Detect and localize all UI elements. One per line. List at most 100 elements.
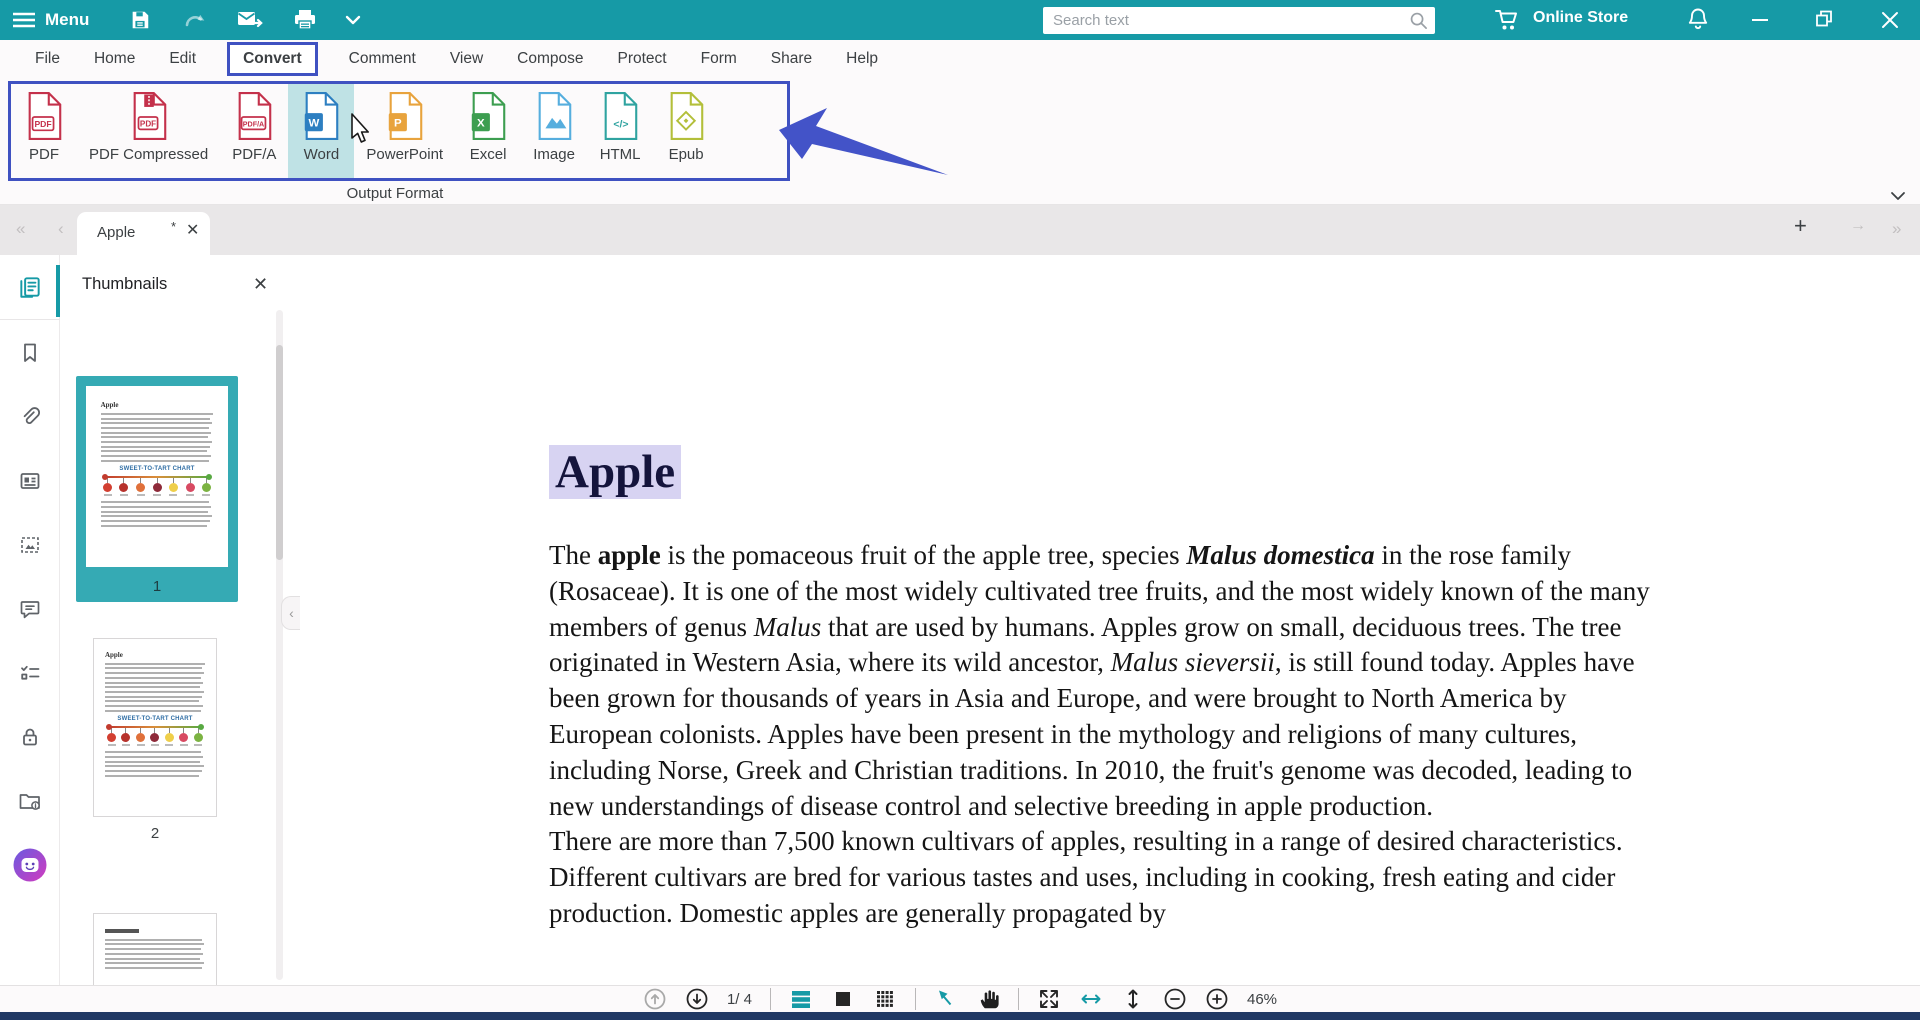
fit-height-button[interactable] xyxy=(1121,987,1145,1011)
window-close-button[interactable] xyxy=(1879,9,1901,31)
document-tab-bar: « ‹ Apple * ✕ + → » xyxy=(0,205,1920,255)
svg-text:</>: </> xyxy=(613,118,628,130)
menu-item-form[interactable]: Form xyxy=(701,50,737,68)
bottom-toolbar: 1/ 4 46% xyxy=(0,985,1920,1012)
sidebar-item-checklist[interactable] xyxy=(0,645,60,701)
menu-item-help[interactable]: Help xyxy=(846,50,878,68)
document-page[interactable]: Apple The apple is the pomaceous fruit o… xyxy=(300,255,1902,985)
tab-scroll-left-icon[interactable]: ‹ xyxy=(58,220,64,237)
pdfa-file-icon: PDF/A xyxy=(233,91,275,141)
convert-to-html-button[interactable]: </> HTML xyxy=(587,84,653,178)
fit-screen-expand-button[interactable] xyxy=(1037,987,1061,1011)
thumbnails-scrollbar-thumb[interactable] xyxy=(276,345,283,560)
zoom-in-button[interactable] xyxy=(1205,987,1229,1011)
sidebar-item-security[interactable] xyxy=(0,709,60,765)
single-page-view-button[interactable] xyxy=(831,987,855,1011)
continuous-scroll-view-button[interactable] xyxy=(789,987,813,1011)
toolbar-separator xyxy=(915,988,916,1010)
toolbar-more-chevron-icon[interactable] xyxy=(345,15,361,25)
zoom-out-button[interactable] xyxy=(1163,987,1187,1011)
pdf-compressed-file-icon: PDF xyxy=(128,91,170,141)
tab-title: Apple xyxy=(97,224,135,241)
save-icon[interactable] xyxy=(129,9,151,31)
convert-to-excel-button[interactable]: X Excel xyxy=(455,84,521,178)
bottom-window-edge xyxy=(0,1012,1920,1020)
document-tab-apple[interactable]: Apple * ✕ xyxy=(77,212,210,255)
document-heading-highlighted[interactable]: Apple xyxy=(549,445,681,499)
search-box xyxy=(1043,7,1435,34)
menu-item-protect[interactable]: Protect xyxy=(618,50,667,68)
page-1-preview: AppleSWEET-TO-TART CHART xyxy=(86,386,228,567)
sidebar-item-attachments[interactable] xyxy=(0,389,60,445)
ribbon-collapse-chevron-icon[interactable] xyxy=(1890,188,1906,206)
print-icon[interactable] xyxy=(293,9,317,31)
tab-scroll-far-right-icon[interactable]: » xyxy=(1892,220,1901,237)
redo-icon[interactable] xyxy=(183,9,207,31)
page-thumbnail-1-selected[interactable]: AppleSWEET-TO-TART CHART 1 xyxy=(76,376,238,602)
sidebar-item-thumbnails[interactable] xyxy=(0,259,60,315)
convert-to-powerpoint-button[interactable]: P PowerPoint xyxy=(354,84,455,178)
search-icon[interactable] xyxy=(1409,11,1428,35)
sidebar-item-bookmarks[interactable] xyxy=(0,325,60,381)
html-file-icon: </> xyxy=(599,91,641,141)
convert-to-word-button[interactable]: W Word xyxy=(288,84,354,178)
menu-label[interactable]: Menu xyxy=(45,10,89,30)
menu-item-compose[interactable]: Compose xyxy=(517,50,583,68)
folder-info-icon xyxy=(17,789,43,813)
epub-file-icon xyxy=(665,91,707,141)
search-input[interactable] xyxy=(1043,7,1435,34)
lock-icon xyxy=(18,725,42,749)
online-store-label[interactable]: Online Store xyxy=(1533,9,1628,27)
hamburger-menu-icon[interactable] xyxy=(12,10,36,30)
stamp-image-icon xyxy=(18,533,42,557)
left-icon-sidebar xyxy=(0,255,60,985)
hand-pan-tool-button[interactable] xyxy=(976,987,1000,1011)
shopping-cart-icon[interactable] xyxy=(1494,7,1522,33)
thumbnails-panel-close-icon[interactable]: ✕ xyxy=(253,274,268,295)
fit-width-button[interactable] xyxy=(1079,987,1103,1011)
convert-to-epub-button[interactable]: Epub xyxy=(653,84,719,178)
menu-item-share[interactable]: Share xyxy=(771,50,812,68)
new-tab-plus-icon[interactable]: + xyxy=(1794,215,1807,237)
menu-item-convert[interactable]: Convert xyxy=(227,42,318,76)
image-file-icon xyxy=(533,91,575,141)
bookmark-icon xyxy=(18,341,42,365)
notification-bell-icon[interactable] xyxy=(1686,7,1710,33)
pdf-file-icon: PDF xyxy=(23,91,65,141)
title-bar: Menu Online Store xyxy=(0,0,1920,40)
tab-scroll-right-icon[interactable]: → xyxy=(1850,218,1866,234)
menu-item-file[interactable]: File xyxy=(35,50,60,68)
checklist-icon xyxy=(18,661,42,685)
page-2-number: 2 xyxy=(93,825,217,842)
sidebar-item-extract-info[interactable] xyxy=(0,773,60,829)
convert-to-pdf-compressed-button[interactable]: PDF PDF Compressed xyxy=(77,84,220,178)
menu-item-view[interactable]: View xyxy=(450,50,483,68)
menu-item-home[interactable]: Home xyxy=(94,50,135,68)
window-minimize-button[interactable] xyxy=(1749,10,1771,30)
select-tool-button[interactable] xyxy=(934,987,958,1011)
sidebar-item-comments[interactable] xyxy=(0,581,60,637)
svg-text:W: W xyxy=(309,118,320,130)
grid-view-button[interactable] xyxy=(873,987,897,1011)
sidebar-item-stamps[interactable] xyxy=(0,517,60,573)
share-email-icon[interactable] xyxy=(237,9,263,31)
menu-item-edit[interactable]: Edit xyxy=(169,50,196,68)
page-thumbnail-3[interactable] xyxy=(93,913,217,985)
tab-close-icon[interactable]: ✕ xyxy=(186,223,199,239)
convert-to-pdf-button[interactable]: PDF PDF xyxy=(11,84,77,178)
document-paragraphs[interactable]: The apple is the pomaceous fruit of the … xyxy=(549,538,1664,932)
sidebar-item-article[interactable] xyxy=(0,453,60,509)
thumbnails-scrollbar[interactable] xyxy=(276,310,283,980)
window-restore-button[interactable] xyxy=(1813,8,1835,30)
previous-page-button[interactable] xyxy=(643,987,667,1011)
output-format-group-label: Output Format xyxy=(0,185,790,202)
convert-to-pdfa-button[interactable]: PDF/A PDF/A xyxy=(220,84,288,178)
sidebar-item-ai-assistant[interactable] xyxy=(0,837,60,893)
next-page-button[interactable] xyxy=(685,987,709,1011)
panel-collapse-handle[interactable]: ‹ xyxy=(281,596,301,630)
convert-to-image-button[interactable]: Image xyxy=(521,84,587,178)
tab-scroll-far-left-icon[interactable]: « xyxy=(16,220,25,237)
page-thumbnail-2[interactable]: AppleSWEET-TO-TART CHART xyxy=(93,638,217,817)
menu-item-comment[interactable]: Comment xyxy=(349,50,416,68)
zoom-level-label[interactable]: 46% xyxy=(1247,991,1277,1008)
